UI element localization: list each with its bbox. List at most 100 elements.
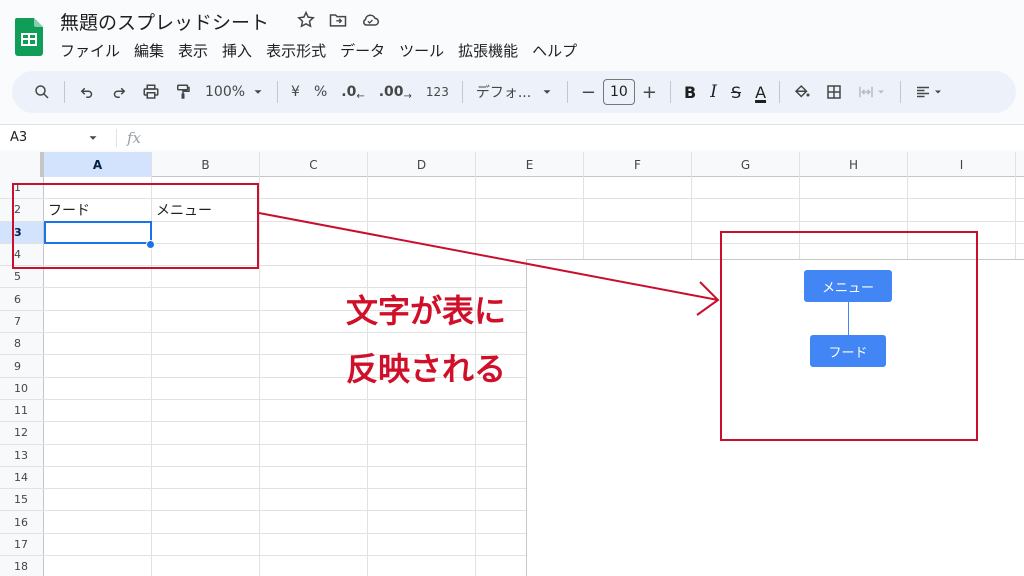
horizontal-align-button[interactable] xyxy=(907,78,951,106)
italic-button[interactable]: I xyxy=(703,78,724,106)
name-box[interactable]: A3 xyxy=(0,130,100,145)
cell-c11[interactable] xyxy=(260,399,368,422)
cell-a7[interactable] xyxy=(44,310,152,333)
menu-format[interactable]: 表示形式 xyxy=(266,40,326,61)
menu-data[interactable]: データ xyxy=(340,40,385,61)
cell-a11[interactable] xyxy=(44,399,152,422)
cell-b10[interactable] xyxy=(152,377,260,399)
move-folder-icon[interactable] xyxy=(328,10,348,30)
currency-format-button[interactable]: ¥ xyxy=(284,78,307,106)
cell-b17[interactable] xyxy=(152,533,260,556)
merge-cells-button[interactable] xyxy=(850,78,894,106)
row-header-14[interactable]: 14 xyxy=(0,466,44,489)
column-header-e[interactable]: E xyxy=(476,152,584,177)
column-header-f[interactable]: F xyxy=(584,152,692,177)
cell-i1[interactable] xyxy=(908,177,1016,199)
cell-d4[interactable] xyxy=(368,243,476,266)
cell-c13[interactable] xyxy=(260,444,368,466)
cell-d3[interactable] xyxy=(368,221,476,243)
cell-c2[interactable] xyxy=(260,199,368,221)
cell-d18[interactable] xyxy=(368,556,476,576)
print-button[interactable] xyxy=(135,78,167,106)
cell-a13[interactable] xyxy=(44,444,152,466)
more-formats-button[interactable]: 123 xyxy=(419,78,456,106)
cell-d11[interactable] xyxy=(368,399,476,422)
cell-c18[interactable] xyxy=(260,556,368,576)
cell-a6[interactable] xyxy=(44,288,152,310)
cell-i2[interactable] xyxy=(908,199,1016,221)
row-header-10[interactable]: 10 xyxy=(0,377,44,399)
cell-d17[interactable] xyxy=(368,533,476,556)
row-header-12[interactable]: 12 xyxy=(0,422,44,444)
cell-f1[interactable] xyxy=(584,177,692,199)
cell-b12[interactable] xyxy=(152,422,260,444)
menu-file[interactable]: ファイル xyxy=(60,40,120,61)
menu-view[interactable]: 表示 xyxy=(178,40,208,61)
cell-g1[interactable] xyxy=(692,177,800,199)
cell-d14[interactable] xyxy=(368,466,476,489)
select-all-corner[interactable] xyxy=(0,152,44,177)
cell-c5[interactable] xyxy=(260,266,368,288)
cell-c3[interactable] xyxy=(260,221,368,243)
cloud-status-icon[interactable] xyxy=(360,10,380,30)
menu-edit[interactable]: 編集 xyxy=(134,40,164,61)
undo-button[interactable] xyxy=(71,78,103,106)
cell-d15[interactable] xyxy=(368,489,476,511)
row-header-9[interactable]: 9 xyxy=(0,355,44,377)
cell-a15[interactable] xyxy=(44,489,152,511)
row-header-18[interactable]: 18 xyxy=(0,556,44,576)
cell-d1[interactable] xyxy=(368,177,476,199)
cell-e1[interactable] xyxy=(476,177,584,199)
font-size-input[interactable]: 10 xyxy=(602,79,635,105)
cell-a18[interactable] xyxy=(44,556,152,576)
column-header-h[interactable]: H xyxy=(800,152,908,177)
cell-b15[interactable] xyxy=(152,489,260,511)
row-header-16[interactable]: 16 xyxy=(0,511,44,533)
cell-h1[interactable] xyxy=(800,177,908,199)
cell-c12[interactable] xyxy=(260,422,368,444)
cell-a12[interactable] xyxy=(44,422,152,444)
cell-d13[interactable] xyxy=(368,444,476,466)
column-header-c[interactable]: C xyxy=(260,152,368,177)
cell-c15[interactable] xyxy=(260,489,368,511)
cell-e2[interactable] xyxy=(476,199,584,221)
menu-help[interactable]: ヘルプ xyxy=(532,40,577,61)
cell-a8[interactable] xyxy=(44,333,152,355)
menu-insert[interactable]: 挿入 xyxy=(222,40,252,61)
search-menus-button[interactable] xyxy=(26,78,58,106)
row-header-5[interactable]: 5 xyxy=(0,266,44,288)
cell-d16[interactable] xyxy=(368,511,476,533)
row-header-11[interactable]: 11 xyxy=(0,399,44,422)
cell-d12[interactable] xyxy=(368,422,476,444)
sheets-logo-icon[interactable] xyxy=(15,18,43,56)
bold-button[interactable]: B xyxy=(677,78,703,106)
cell-a10[interactable] xyxy=(44,377,152,399)
row-header-15[interactable]: 15 xyxy=(0,489,44,511)
cell-d2[interactable] xyxy=(368,199,476,221)
cell-a16[interactable] xyxy=(44,511,152,533)
redo-button[interactable] xyxy=(103,78,135,106)
cell-b5[interactable] xyxy=(152,266,260,288)
menu-tools[interactable]: ツール xyxy=(399,40,444,61)
cell-b9[interactable] xyxy=(152,355,260,377)
row-header-13[interactable]: 13 xyxy=(0,444,44,466)
cell-d5[interactable] xyxy=(368,266,476,288)
column-header-g[interactable]: G xyxy=(692,152,800,177)
cell-h2[interactable] xyxy=(800,199,908,221)
cell-c4[interactable] xyxy=(260,243,368,266)
menu-extensions[interactable]: 拡張機能 xyxy=(458,40,518,61)
cell-a9[interactable] xyxy=(44,355,152,377)
star-icon[interactable] xyxy=(296,10,316,30)
font-select[interactable]: デフォ... xyxy=(469,78,561,106)
zoom-select[interactable]: 100% xyxy=(199,78,271,106)
cell-e3[interactable] xyxy=(476,221,584,243)
decrease-font-size-button[interactable]: − xyxy=(574,78,603,106)
cell-a14[interactable] xyxy=(44,466,152,489)
row-header-6[interactable]: 6 xyxy=(0,288,44,310)
cell-f2[interactable] xyxy=(584,199,692,221)
borders-button[interactable] xyxy=(818,78,850,106)
column-header-b[interactable]: B xyxy=(152,152,260,177)
increase-font-size-button[interactable]: + xyxy=(635,78,664,106)
column-header-d[interactable]: D xyxy=(368,152,476,177)
decrease-decimal-button[interactable]: .0 ← xyxy=(334,78,371,106)
